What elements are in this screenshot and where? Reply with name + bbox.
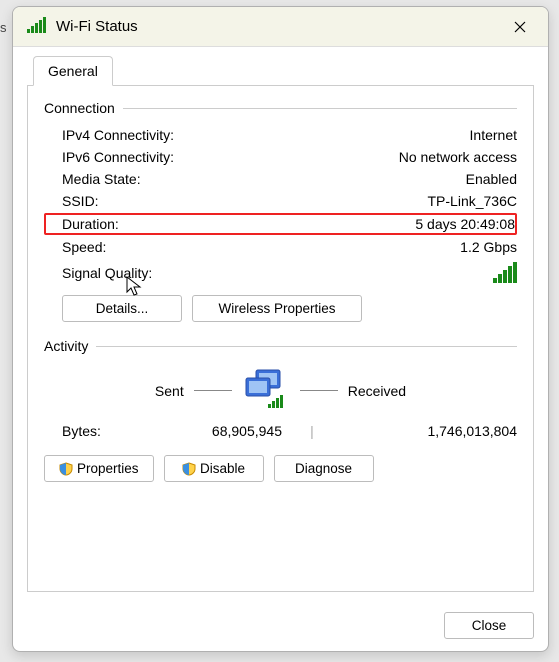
wifi-icon <box>27 17 46 36</box>
bytes-received-value: 1,746,013,804 <box>342 423 517 439</box>
titlebar: Wi-Fi Status <box>13 7 548 47</box>
connection-group: Connection IPv4 Connectivity: Internet I… <box>44 100 517 328</box>
bytes-separator: | <box>282 423 342 439</box>
ssid-row: SSID: TP-Link_736C <box>44 190 517 212</box>
media-state-value: Enabled <box>466 171 517 187</box>
media-state-row: Media State: Enabled <box>44 168 517 190</box>
bytes-label: Bytes: <box>62 423 142 439</box>
signal-bars-icon <box>493 262 517 283</box>
activity-flow: Sent <box>44 362 517 415</box>
bytes-row: Bytes: 68,905,945 | 1,746,013,804 <box>44 415 517 443</box>
details-button[interactable]: Details... <box>62 295 182 322</box>
properties-button[interactable]: Properties <box>44 455 154 482</box>
ipv6-value: No network access <box>399 149 517 165</box>
shield-icon <box>59 462 73 476</box>
speed-row: Speed: 1.2 Gbps <box>44 236 517 258</box>
ipv4-label: IPv4 Connectivity: <box>62 127 174 143</box>
divider <box>300 390 338 391</box>
tabstrip: General <box>27 55 534 86</box>
close-button[interactable]: Close <box>444 612 534 639</box>
close-icon <box>514 21 526 33</box>
diagnose-button[interactable]: Diagnose <box>274 455 374 482</box>
signal-quality-row: Signal Quality: <box>44 258 517 287</box>
ipv4-value: Internet <box>470 127 517 143</box>
divider <box>96 346 517 347</box>
window-title: Wi-Fi Status <box>56 18 138 35</box>
divider <box>194 390 232 391</box>
media-state-label: Media State: <box>62 171 141 187</box>
bytes-sent-value: 68,905,945 <box>142 423 282 439</box>
divider <box>123 108 517 109</box>
ipv4-row: IPv4 Connectivity: Internet <box>44 124 517 146</box>
background-fragment: s <box>0 20 10 35</box>
connection-group-label: Connection <box>44 100 115 116</box>
activity-group-label: Activity <box>44 338 88 354</box>
speed-label: Speed: <box>62 239 106 255</box>
wireless-properties-button[interactable]: Wireless Properties <box>192 295 362 322</box>
shield-icon <box>182 462 196 476</box>
duration-value: 5 days 20:49:08 <box>415 216 515 232</box>
ssid-value: TP-Link_736C <box>428 193 518 209</box>
ssid-label: SSID: <box>62 193 99 209</box>
disable-button[interactable]: Disable <box>164 455 264 482</box>
network-monitors-icon <box>242 368 290 413</box>
disable-button-label: Disable <box>200 461 245 476</box>
close-window-button[interactable] <box>502 13 538 41</box>
properties-button-label: Properties <box>77 461 139 476</box>
sent-label: Sent <box>155 383 184 399</box>
signal-quality-label: Signal Quality: <box>62 265 152 281</box>
tab-content: Connection IPv4 Connectivity: Internet I… <box>27 86 534 592</box>
speed-value: 1.2 Gbps <box>460 239 517 255</box>
duration-label: Duration: <box>62 216 119 232</box>
received-label: Received <box>348 383 406 399</box>
tab-general[interactable]: General <box>33 56 113 86</box>
activity-group: Activity Sent <box>44 338 517 482</box>
wifi-status-window: Wi-Fi Status General Connection IPv4 Con… <box>12 6 549 652</box>
duration-row: Duration: 5 days 20:49:08 <box>44 213 517 235</box>
ipv6-label: IPv6 Connectivity: <box>62 149 174 165</box>
ipv6-row: IPv6 Connectivity: No network access <box>44 146 517 168</box>
